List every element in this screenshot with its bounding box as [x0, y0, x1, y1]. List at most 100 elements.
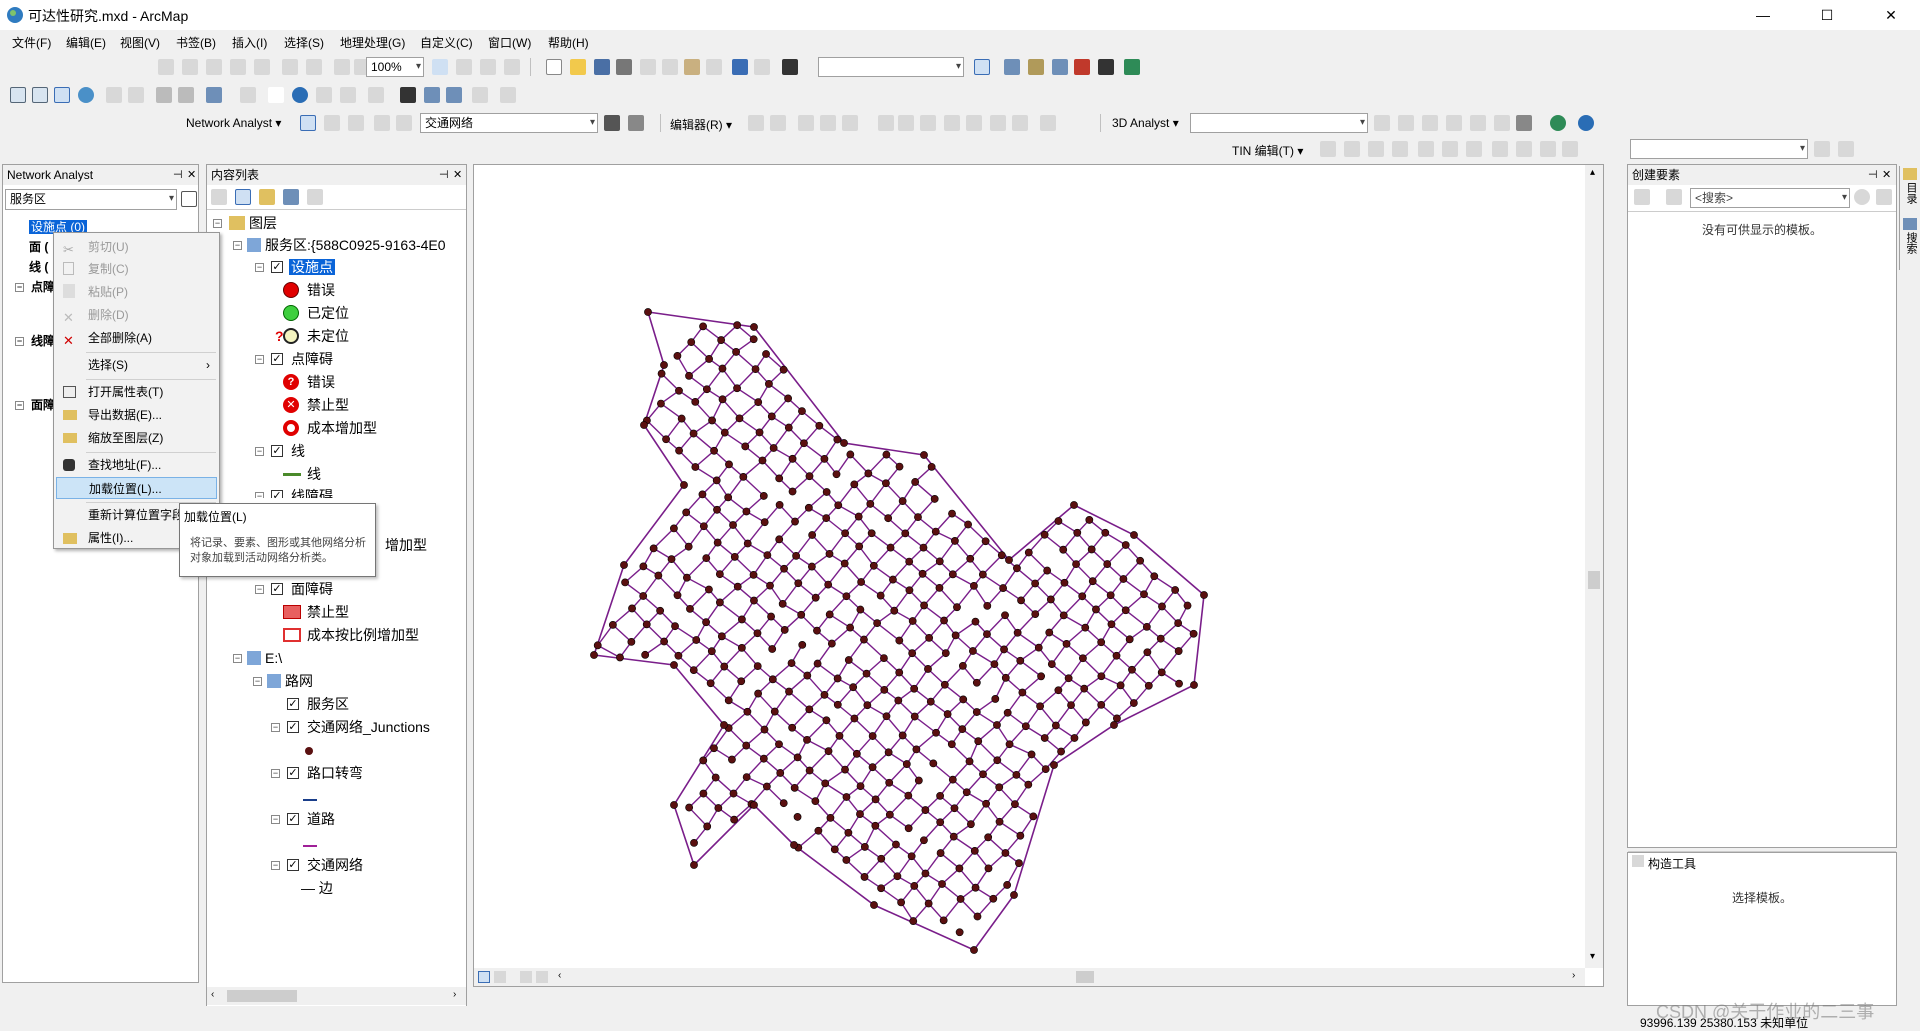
create-features-icon[interactable]	[1040, 115, 1056, 131]
toc-scroll-thumb[interactable]	[227, 990, 297, 1002]
data-view-icon[interactable]	[478, 971, 490, 983]
pin-icon[interactable]: ⊣	[173, 165, 183, 185]
menu-view[interactable]: 视图(V)	[120, 34, 160, 51]
collapse-icon[interactable]: −	[233, 654, 242, 663]
html-popup-icon[interactable]	[340, 87, 356, 103]
tin-triangle-tag-icon[interactable]	[1516, 141, 1532, 157]
menu-item-delete-all[interactable]: ✕ 全部删除(A)	[56, 327, 217, 349]
organize-templates-icon[interactable]	[1838, 141, 1854, 157]
toc-turns[interactable]: − ✓ 路口转弯	[271, 763, 363, 783]
toc-window-icon[interactable]	[1004, 59, 1020, 75]
scroll-right-icon[interactable]: ›	[1572, 970, 1575, 981]
toc-roads[interactable]: − ✓ 道路	[271, 809, 335, 829]
menu-edit[interactable]: 编辑(E)	[66, 34, 106, 51]
binoculars-icon[interactable]	[480, 59, 496, 75]
scale-icon[interactable]	[254, 59, 270, 75]
layout-view-icon[interactable]	[494, 971, 506, 983]
zoom-in-icon[interactable]	[10, 87, 26, 103]
go-to-xy-icon[interactable]	[446, 87, 462, 103]
map-hscroll-thumb[interactable]	[1076, 971, 1094, 983]
service-area-checkbox[interactable]: ✓	[287, 698, 299, 710]
collapse-icon[interactable]: −	[255, 263, 264, 272]
python-window-icon[interactable]	[1098, 59, 1114, 75]
save-icon[interactable]	[594, 59, 610, 75]
menu-bookmarks[interactable]: 书签(B)	[176, 34, 216, 51]
lines-checkbox[interactable]: ✓	[271, 445, 283, 457]
collapse-icon[interactable]: −	[15, 401, 24, 410]
add-tin-line-icon[interactable]	[1344, 141, 1360, 157]
toc-horizontal-scrollbar[interactable]: ‹ ›	[207, 987, 466, 1005]
fixed-zoom-in-icon[interactable]	[106, 87, 122, 103]
add-tin-polygon-icon[interactable]	[1368, 141, 1384, 157]
menu-file[interactable]: 文件(F)	[12, 34, 51, 51]
collapse-icon[interactable]: −	[255, 585, 264, 594]
analysis-properties-icon[interactable]	[181, 191, 197, 207]
line-of-sight-icon[interactable]	[1422, 115, 1438, 131]
template-search-input[interactable]: <搜索> ▾	[1690, 188, 1850, 208]
line-barriers-checkbox[interactable]: ✓	[271, 490, 283, 498]
menu-item-open-attribute-table[interactable]: 打开属性表(T)	[56, 381, 217, 403]
list-by-source-icon[interactable]	[235, 189, 251, 205]
3d-analyst-menu[interactable]: 3D Analyst ▾	[1112, 116, 1179, 130]
rotate-icon[interactable]	[206, 59, 222, 75]
network-identify-icon[interactable]	[628, 115, 644, 131]
menu-item-cut[interactable]: ✂ 剪切(U)	[56, 236, 217, 258]
open-folder-icon[interactable]	[570, 59, 586, 75]
link-icon[interactable]	[282, 59, 298, 75]
solve-icon[interactable]	[374, 115, 390, 131]
build-network-icon[interactable]	[604, 115, 620, 131]
arctoolbox-icon[interactable]	[1074, 59, 1090, 75]
identify-icon[interactable]	[292, 87, 308, 103]
forward-extent-icon[interactable]	[178, 87, 194, 103]
attributes-icon[interactable]	[990, 115, 1006, 131]
directions-icon[interactable]	[396, 115, 412, 131]
feature-template-icon[interactable]	[1814, 141, 1830, 157]
collapse-icon[interactable]: −	[253, 677, 262, 686]
collapse-icon[interactable]: −	[15, 283, 24, 292]
close-icon[interactable]: ✕	[453, 165, 462, 185]
add-data-icon[interactable]	[782, 59, 798, 75]
georef-icon[interactable]	[158, 59, 174, 75]
menu-selection[interactable]: 选择(S)	[284, 34, 324, 51]
search-window-icon[interactable]	[1052, 59, 1068, 75]
create-location-icon[interactable]	[324, 115, 340, 131]
polygon-barriers-checkbox[interactable]: ✓	[271, 583, 283, 595]
delete-icon[interactable]	[706, 59, 722, 75]
split-icon[interactable]	[944, 115, 960, 131]
scroll-right-icon[interactable]: ›	[453, 989, 456, 1000]
collapse-icon[interactable]: −	[15, 337, 24, 346]
collapse-icon[interactable]: −	[271, 815, 280, 824]
collapse-icon[interactable]: −	[255, 447, 264, 456]
collapse-icon[interactable]: −	[255, 492, 264, 498]
zoom-out-icon[interactable]	[32, 87, 48, 103]
menu-customize[interactable]: 自定义(C)	[420, 34, 473, 51]
print-icon[interactable]	[616, 59, 632, 75]
tin-node-height-icon[interactable]	[1466, 141, 1482, 157]
collapse-icon[interactable]: −	[271, 861, 280, 870]
interpolate-point-icon[interactable]	[1446, 115, 1462, 131]
menu-windows[interactable]: 窗口(W)	[488, 34, 531, 51]
toc-point-barriers[interactable]: − ✓ 点障碍	[255, 349, 333, 369]
toc-road-network[interactable]: − 路网	[253, 671, 313, 691]
roads-checkbox[interactable]: ✓	[287, 813, 299, 825]
collapse-icon[interactable]: −	[233, 241, 242, 250]
facilities-checkbox[interactable]: ✓	[271, 261, 283, 273]
find-route-icon[interactable]	[424, 87, 440, 103]
toc-polygon-barriers[interactable]: − ✓ 面障碍	[255, 579, 333, 599]
fixed-zoom-out-icon[interactable]	[128, 87, 144, 103]
rotate-feature-icon[interactable]	[966, 115, 982, 131]
scale-combo[interactable]: ▾	[818, 57, 964, 77]
undo-icon[interactable]	[732, 59, 748, 75]
cut-polygons-icon[interactable]	[920, 115, 936, 131]
redo-icon[interactable]	[754, 59, 770, 75]
toc-facilities[interactable]: − ✓ 设施点	[255, 257, 335, 277]
edit-vertices-icon[interactable]	[878, 115, 894, 131]
template-layer-combo[interactable]: ▾	[1630, 139, 1808, 159]
measure-icon[interactable]	[368, 87, 384, 103]
toc-drive[interactable]: − E:\	[233, 648, 282, 668]
tin-edit-more-icon[interactable]	[1562, 141, 1578, 157]
toc-lines[interactable]: − ✓ 线	[255, 441, 305, 461]
menu-item-export-data[interactable]: 导出数据(E)...	[56, 404, 217, 426]
profile-graph-icon[interactable]	[1516, 115, 1532, 131]
pin-icon[interactable]: ⊣	[1868, 165, 1878, 185]
